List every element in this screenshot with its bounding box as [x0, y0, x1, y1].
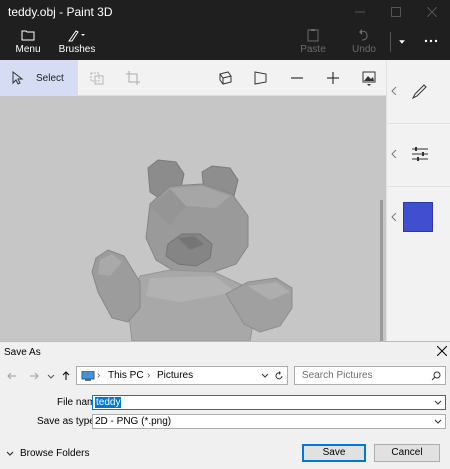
color-swatch[interactable]: [403, 202, 433, 232]
undo-label: Undo: [352, 44, 376, 55]
close-icon[interactable]: [437, 346, 447, 356]
chevron-down-icon: [399, 40, 405, 44]
chevron-left-icon: [391, 150, 397, 158]
address-bar[interactable]: › This PC › Pictures: [76, 366, 288, 385]
ellipsis-icon: [424, 39, 438, 43]
dialog-title: Save As: [4, 347, 41, 358]
chevron-down-icon[interactable]: [47, 371, 55, 381]
chevron-down-icon: [434, 419, 442, 424]
search-input[interactable]: Search Pictures: [294, 366, 446, 385]
clipboard-icon: [307, 29, 319, 42]
3d-view-button[interactable]: [216, 69, 234, 87]
title-bar: teddy.obj - Paint 3D: [0, 0, 450, 24]
back-arrow-icon[interactable]: [7, 371, 17, 381]
maximize-button[interactable]: [378, 0, 414, 24]
3d-canvas[interactable]: [0, 96, 386, 341]
folder-icon: [21, 30, 35, 41]
breadcrumb-pictures[interactable]: Pictures: [157, 370, 193, 381]
brushes-button[interactable]: Brushes: [56, 26, 98, 58]
breadcrumb-separator: ›: [97, 370, 101, 381]
search-icon: [431, 371, 441, 381]
3d-view-icon: [219, 71, 232, 85]
chevron-left-icon: [391, 213, 397, 221]
brush-settings-row[interactable]: [387, 62, 450, 120]
magic-select-icon: [90, 72, 104, 85]
paste-label: Paste: [300, 44, 326, 55]
brushes-label: Brushes: [58, 44, 96, 55]
save-as-dialog: Save As › This PC › Pictures Search Pict…: [0, 341, 450, 469]
dialog-nav-bar: › This PC › Pictures Search Pictures: [0, 366, 450, 386]
crop-button[interactable]: [124, 69, 142, 87]
close-icon: [427, 7, 437, 17]
tools-toolbar: Select: [0, 60, 450, 96]
this-pc-icon: [81, 371, 95, 381]
refresh-icon[interactable]: [274, 371, 284, 381]
panel-divider: [387, 186, 450, 187]
plus-icon: [327, 72, 339, 84]
ribbon: Menu Brushes Paste Undo: [0, 24, 450, 60]
adjustments-row[interactable]: [387, 125, 450, 183]
chevron-left-icon: [391, 87, 397, 95]
teddy-bear-model[interactable]: [0, 96, 386, 341]
save-as-type-select[interactable]: 2D - PNG (*.png): [92, 414, 446, 429]
browse-folders-label: Browse Folders: [20, 448, 90, 459]
select-tool-button[interactable]: Select: [0, 60, 78, 96]
maximize-icon: [391, 7, 401, 17]
file-name-value: teddy: [95, 397, 122, 408]
history-dropdown-button[interactable]: [394, 34, 410, 50]
chevron-down-icon[interactable]: [261, 373, 269, 379]
cursor-icon: [12, 71, 24, 85]
undo-button[interactable]: Undo: [347, 26, 381, 58]
menu-label: Menu: [15, 44, 41, 55]
up-arrow-icon[interactable]: [61, 371, 71, 381]
side-panel: [386, 60, 450, 341]
minus-icon: [291, 77, 303, 79]
select-tool-label: Select: [36, 72, 64, 84]
image-menu-button[interactable]: [360, 69, 378, 87]
flag-icon: [254, 71, 267, 85]
brush-icon: [68, 30, 85, 42]
sliders-icon: [412, 147, 428, 161]
magic-select-button[interactable]: [88, 69, 106, 87]
minimize-button[interactable]: [342, 0, 378, 24]
file-name-field[interactable]: teddy: [92, 395, 446, 410]
ribbon-divider: [390, 32, 391, 52]
paste-button[interactable]: Paste: [296, 26, 330, 58]
save-as-type-label: Save as type:: [37, 416, 98, 427]
window-title: teddy.obj - Paint 3D: [8, 5, 113, 19]
flag-button[interactable]: [252, 69, 270, 87]
chevron-down-icon: [6, 451, 14, 456]
chevron-down-icon[interactable]: [434, 400, 442, 406]
canvas-scrollbar[interactable]: [380, 200, 383, 341]
cancel-button[interactable]: Cancel: [374, 444, 440, 462]
zoom-in-button[interactable]: [324, 69, 342, 87]
brush-icon: [411, 84, 427, 100]
image-icon: [362, 71, 376, 86]
save-as-type-value: 2D - PNG (*.png): [95, 416, 172, 427]
panel-divider: [387, 123, 450, 124]
close-window-button[interactable]: [414, 0, 450, 24]
browse-folders-toggle[interactable]: Browse Folders: [6, 448, 89, 459]
save-button[interactable]: Save: [302, 444, 366, 462]
crop-icon: [126, 71, 140, 85]
more-options-button[interactable]: [418, 32, 444, 52]
undo-icon: [359, 29, 368, 41]
breadcrumb-separator: ›: [147, 370, 151, 381]
minimize-icon: [355, 11, 365, 13]
paint3d-app: teddy.obj - Paint 3D Menu Brushes Paste …: [0, 0, 450, 469]
breadcrumb-this-pc[interactable]: This PC: [108, 370, 144, 381]
search-placeholder: Search Pictures: [302, 370, 373, 381]
zoom-out-button[interactable]: [288, 69, 306, 87]
forward-arrow-icon[interactable]: [29, 371, 39, 381]
menu-button[interactable]: Menu: [10, 26, 46, 58]
